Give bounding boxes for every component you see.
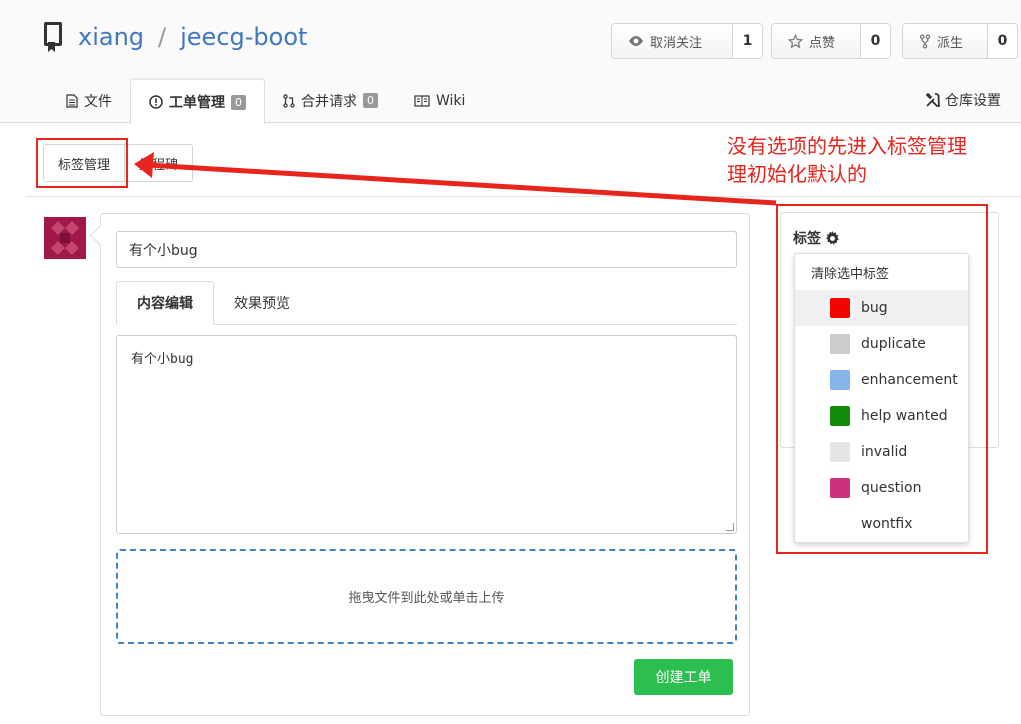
repo-settings-label: 仓库设置 [945,93,1001,109]
tab-pull-requests-label: 合并请求 [301,93,357,110]
issue-content-textarea[interactable]: 有个小bug [116,335,737,534]
tab-issues-label: 工单管理 [169,95,225,111]
star-button[interactable]: 点赞 [772,24,861,58]
eye-icon [629,36,643,46]
editor-tabs: 内容编辑 效果预览 [116,281,737,325]
unwatch-button[interactable]: 取消关注 [612,24,733,58]
dropzone-text: 拖曳文件到此处或单击上传 [348,591,505,606]
fork-icon [919,34,931,48]
issue-title-input[interactable]: 有个小bug [116,231,737,268]
new-issue-form: 有个小bug 内容编辑 效果预览 有个小bug 拖曳文件到此处或单击上传 创建工… [100,213,750,716]
annotation-line-1: 没有选项的先进入标签管理 [727,134,967,158]
repo-owner-link[interactable]: xiang [78,23,144,51]
star-count[interactable]: 0 [861,24,890,58]
book-icon [414,94,430,107]
pull-request-icon [283,93,295,108]
create-issue-button[interactable]: 创建工单 [634,659,733,695]
identicon-pattern [44,217,86,259]
star-label: 点赞 [809,35,836,51]
repo-book-icon [42,22,68,52]
tab-files[interactable]: 文件 [48,78,130,123]
avatar [44,217,86,259]
fork-label: 派生 [937,35,964,51]
file-icon [66,93,78,108]
issues-count-badge: 0 [231,94,246,110]
tab-edit-content[interactable]: 内容编辑 [116,281,214,325]
toolbar-divider [26,196,1021,197]
issue-content-text: 有个小bug [131,352,194,367]
tab-issues[interactable]: 工单管理 0 [130,78,265,124]
fork-count[interactable]: 0 [988,24,1017,58]
resize-grip-icon[interactable] [726,523,734,531]
annotation-line-2: 理初始化默认的 [727,162,867,186]
repo-title: xiang / jeecg-boot [42,22,307,52]
repo-separator: / [158,23,167,51]
tab-preview[interactable]: 效果预览 [214,281,310,324]
fork-group: 派生 0 [902,23,1018,59]
annotation-text: 没有选项的先进入标签管理 理初始化默认的 [727,132,987,188]
pull-requests-count-badge: 0 [363,93,378,108]
watch-group: 取消关注 1 [611,23,763,59]
repo-settings-link[interactable]: 仓库设置 [925,90,1001,110]
repo-name-link[interactable]: jeecg-boot [180,23,307,51]
annotation-box-labels-menu [776,204,988,554]
tab-wiki[interactable]: Wiki [396,78,483,123]
tab-files-label: 文件 [84,93,112,110]
watch-count[interactable]: 1 [733,24,762,58]
fork-button[interactable]: 派生 [903,24,988,58]
unwatch-label: 取消关注 [650,35,703,51]
annotation-box-labels-button [36,138,128,188]
milestones-button[interactable]: 里程碑 [125,144,194,182]
repo-header: xiang / jeecg-boot 取消关注 1 点赞 0 派生 0 文件 工… [0,0,1021,124]
tab-wiki-label: Wiki [436,92,466,109]
star-group: 点赞 0 [771,23,891,59]
file-dropzone[interactable]: 拖曳文件到此处或单击上传 [116,549,737,644]
issue-icon [149,95,163,109]
repo-nav-tabs: 文件 工单管理 0 合并请求 0 Wiki [48,78,483,124]
tools-icon [925,92,940,107]
star-icon [788,33,803,48]
tab-pull-requests[interactable]: 合并请求 0 [265,78,396,123]
